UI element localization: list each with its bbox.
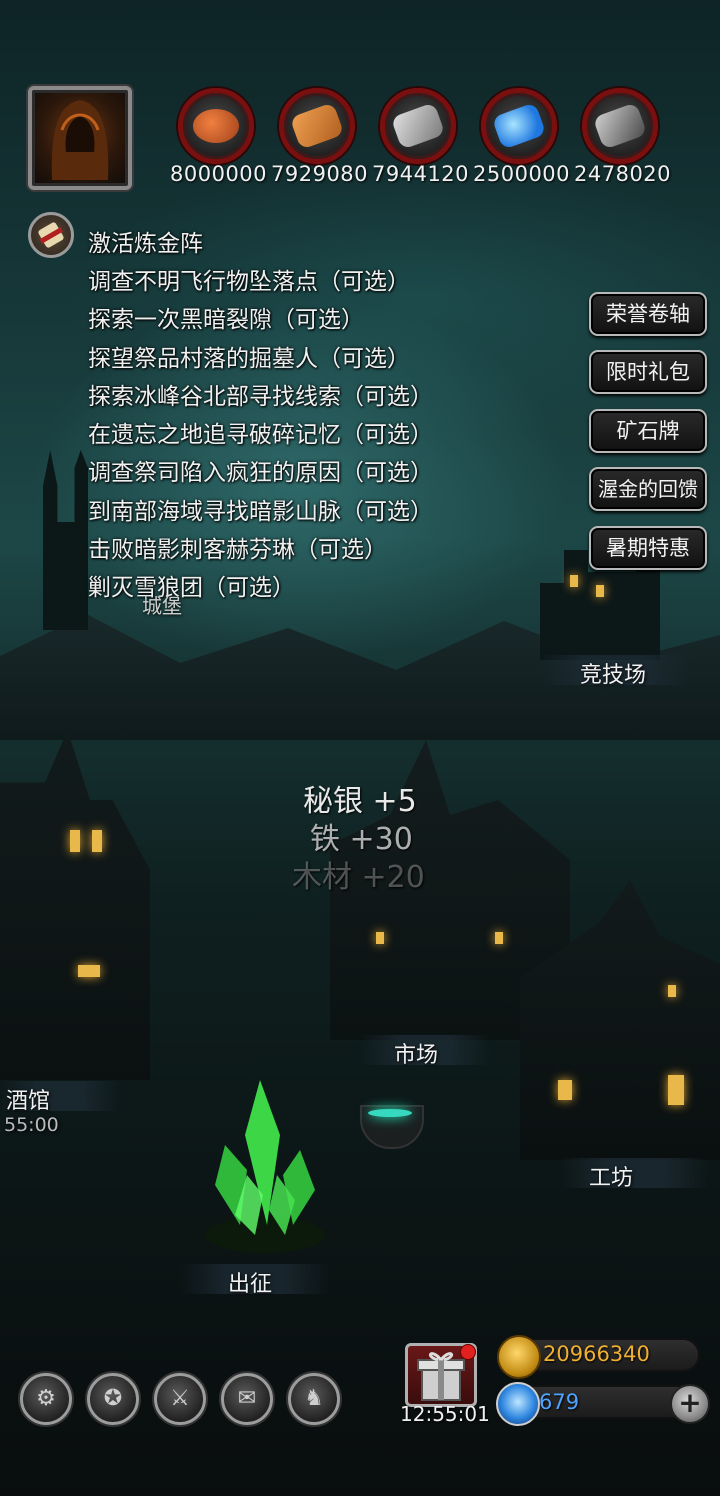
ore-card-button[interactable]: 矿石牌	[589, 409, 707, 453]
plus-icon: +	[678, 1386, 702, 1419]
quest-item[interactable]: 调查祭司陷入疯狂的原因（可选）	[88, 453, 433, 487]
quest-scroll-icon	[38, 222, 64, 248]
player-avatar[interactable]	[28, 86, 132, 190]
add-diamonds-button[interactable]: +	[670, 1384, 710, 1424]
tavern-building	[0, 730, 150, 1080]
meat-value: 8000000	[170, 162, 268, 186]
cauldron	[360, 1105, 424, 1149]
tavern-timer: 55:00	[4, 1114, 59, 1136]
honor-scroll-button[interactable]: 荣誉卷轴	[589, 292, 707, 336]
summer-sale-button[interactable]: 暑期特惠	[589, 526, 707, 570]
expedition-crystal-icon[interactable]	[205, 1075, 325, 1255]
mail-icon: ✉	[237, 1386, 257, 1411]
quest-item[interactable]: 激活炼金阵	[88, 224, 203, 258]
quest-item[interactable]: 探索一次黑暗裂隙（可选）	[88, 300, 364, 334]
meat-icon	[193, 109, 239, 143]
resource-mithril[interactable]	[582, 88, 658, 164]
window-light	[570, 575, 578, 587]
resource-meat[interactable]	[178, 88, 254, 164]
window-light	[596, 585, 604, 597]
expedition-label[interactable]: 出征	[228, 1266, 272, 1298]
arena-label[interactable]: 竞技场	[580, 657, 646, 689]
diamond-icon	[496, 1382, 540, 1426]
resource-crystal[interactable]	[481, 88, 557, 164]
mithril-icon	[592, 102, 648, 150]
resource-iron[interactable]	[380, 88, 456, 164]
iron-value: 7944120	[372, 162, 470, 186]
quest-item[interactable]: 探索冰峰谷北部寻找线索（可选）	[88, 377, 433, 411]
wood-icon	[289, 102, 345, 150]
window-light	[78, 965, 100, 977]
castle-label[interactable]: 城堡	[142, 590, 182, 619]
workshop-label-bg	[560, 1158, 710, 1188]
quest-item[interactable]: 剿灭雪狼团（可选）	[88, 568, 295, 602]
market-label[interactable]: 市场	[394, 1037, 438, 1069]
window-light	[668, 985, 676, 997]
quest-item[interactable]: 击败暗影刺客赫芬琳（可选）	[88, 530, 387, 564]
guild-icon: ⚔	[170, 1386, 190, 1411]
resource-wood[interactable]	[279, 88, 355, 164]
mail-button[interactable]: ✉	[221, 1373, 273, 1425]
mithril-value: 2478020	[574, 162, 672, 186]
window-light	[70, 830, 80, 852]
tavern-label[interactable]: 酒馆	[6, 1083, 50, 1115]
gold-reward-button[interactable]: 渥金的回馈	[589, 467, 707, 511]
window-light	[92, 830, 102, 852]
quest-item[interactable]: 调查不明飞行物坠落点（可选）	[88, 262, 410, 296]
guild-button[interactable]: ⚔	[154, 1373, 206, 1425]
workshop-label[interactable]: 工坊	[589, 1160, 633, 1192]
quest-item[interactable]: 探望祭品村落的掘墓人（可选）	[88, 339, 410, 373]
gain-wood: 木材 +20	[292, 860, 425, 895]
quest-item[interactable]: 在遗忘之地追寻破碎记忆（可选）	[88, 415, 433, 449]
iron-icon	[390, 102, 446, 150]
hero-button[interactable]: ♞	[288, 1373, 340, 1425]
gold-value: 20966340	[543, 1342, 650, 1366]
settings-button[interactable]: ⚙	[20, 1373, 72, 1425]
crystal-value: 2500000	[473, 162, 571, 186]
window-light	[668, 1075, 684, 1105]
achievement-button[interactable]: ✪	[87, 1373, 139, 1425]
limited-pack-button[interactable]: 限时礼包	[589, 350, 707, 394]
settings-icon: ⚙	[36, 1386, 56, 1411]
wood-value: 7929080	[271, 162, 369, 186]
quest-item[interactable]: 到南部海域寻找暗影山脉（可选）	[88, 492, 433, 526]
scroll-icon[interactable]	[28, 212, 74, 258]
window-light	[558, 1080, 572, 1100]
window-light	[495, 932, 503, 944]
gold-coins-icon	[497, 1335, 541, 1379]
crystal-icon	[491, 102, 547, 150]
achievement-icon: ✪	[103, 1386, 123, 1411]
notification-dot	[460, 1344, 476, 1360]
gift-timer: 12:55:01	[400, 1402, 490, 1426]
diamond-value: 679	[539, 1390, 580, 1414]
hooded-figure-icon	[51, 100, 109, 180]
hero-icon: ♞	[304, 1386, 324, 1411]
window-light	[376, 932, 384, 944]
